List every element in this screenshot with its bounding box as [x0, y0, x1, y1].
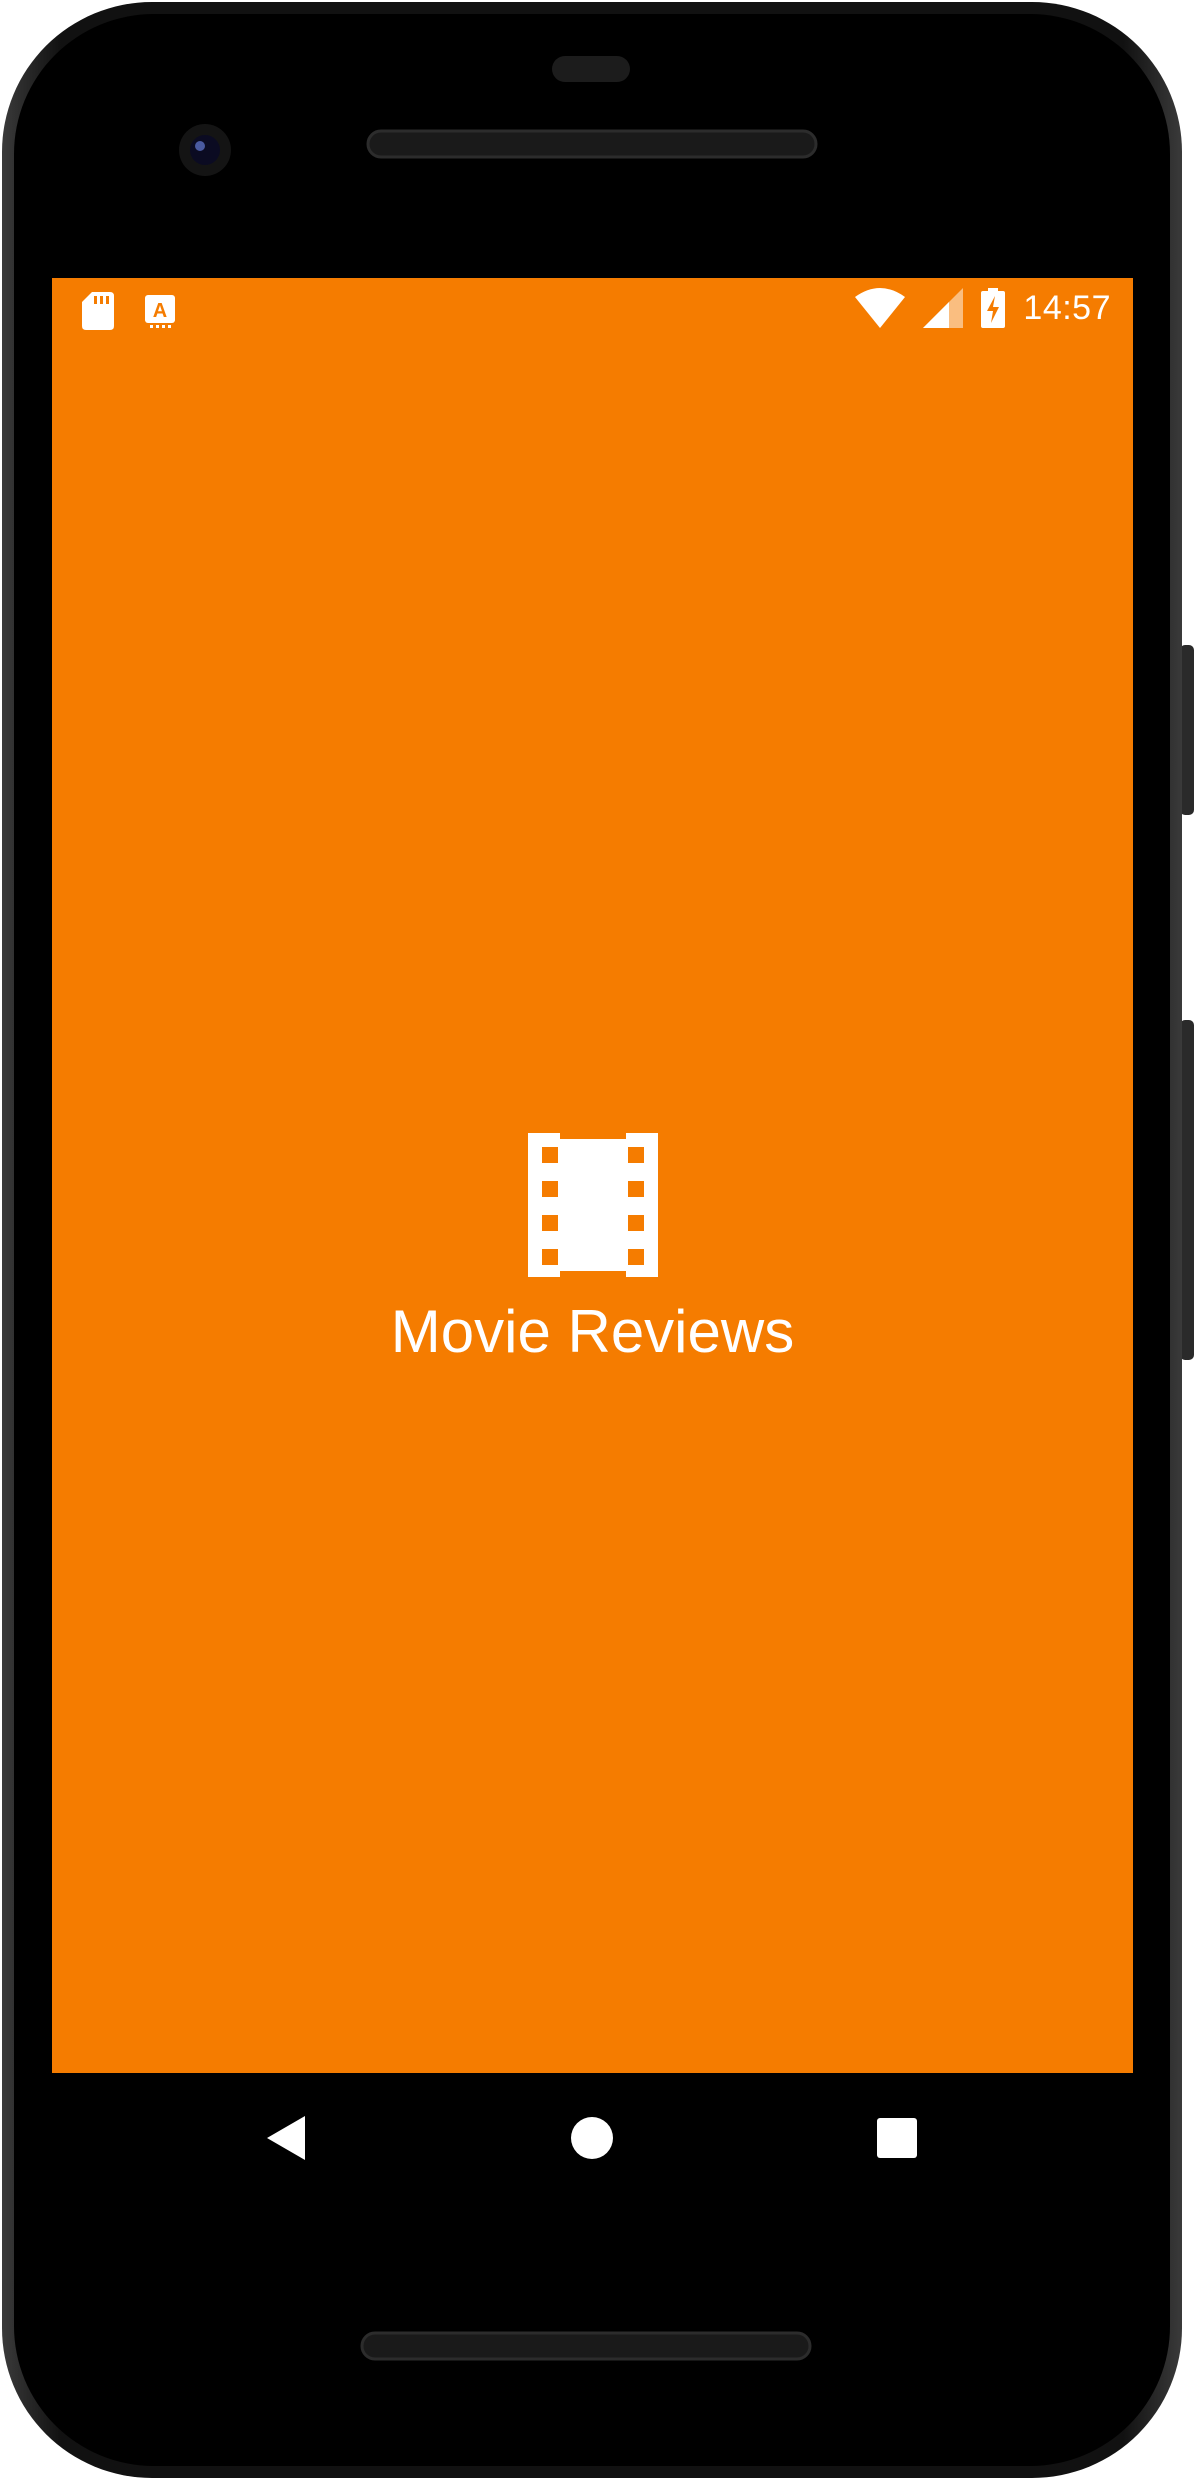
splash-content: Movie Reviews: [52, 1133, 1133, 1365]
home-button[interactable]: [557, 2103, 627, 2173]
recents-icon: [877, 2118, 917, 2158]
home-icon: [571, 2117, 613, 2159]
status-left-icons: A: [82, 292, 176, 330]
status-time: 14:57: [1023, 288, 1111, 327]
cellular-signal-icon: [923, 288, 964, 328]
battery-charging-icon: [981, 288, 1006, 328]
movie-film-icon: [527, 1133, 658, 1277]
back-icon: [267, 2116, 305, 2160]
app-title: Movie Reviews: [390, 1298, 795, 1365]
wifi-icon: [855, 288, 906, 328]
app-screen: A 14:57 Movie Reviews: [52, 278, 1133, 2073]
keyboard-a-icon: A: [145, 295, 175, 328]
svg-text:A: A: [153, 300, 167, 322]
sd-card-icon: [82, 292, 114, 330]
recents-button[interactable]: [862, 2103, 932, 2173]
back-button[interactable]: [252, 2103, 322, 2173]
navigation-bar: [52, 2073, 1133, 2203]
status-right-icons: 14:57: [855, 288, 1111, 328]
status-bar: A 14:57: [52, 278, 1133, 344]
page: A 14:57 Movie Reviews: [0, 0, 1194, 2480]
